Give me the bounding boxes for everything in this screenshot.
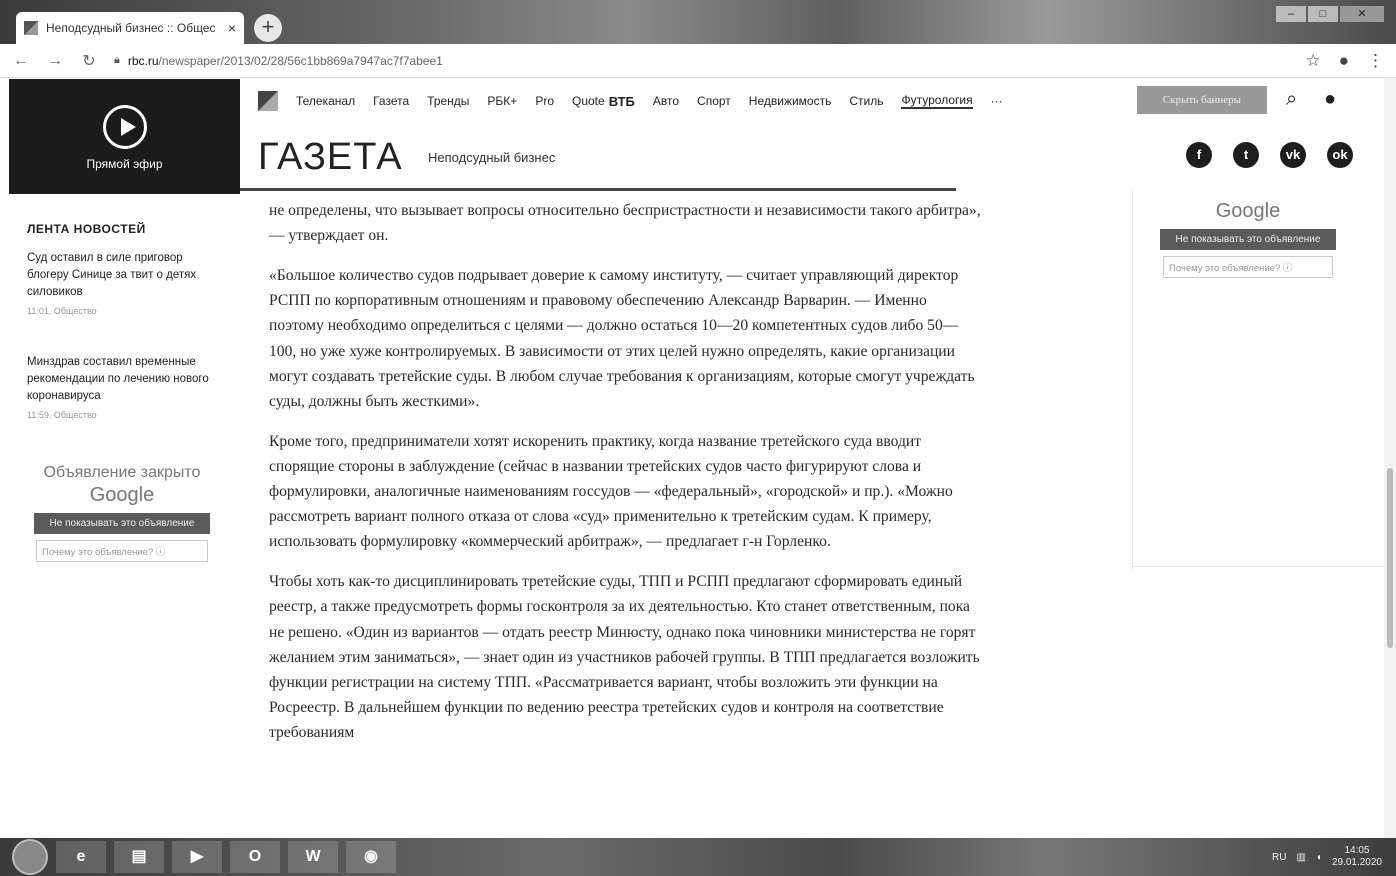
tab-close-icon[interactable]: × <box>228 20 236 36</box>
article-paragraph: Чтобы хоть как-то дисциплинировать трете… <box>269 573 980 742</box>
google-logo: Google <box>1215 200 1281 222</box>
windows-taskbar: e ▤ ▶ O W ◉ RU ▥ ◖ 14:05 29.01.2020 <box>0 838 1396 876</box>
live-label: Прямой эфир <box>86 157 163 171</box>
clock-time: 14:05 <box>1344 845 1370 856</box>
clock-date: 29.01.2020 <box>1331 857 1382 868</box>
maximize-button[interactable]: □ <box>1308 6 1338 22</box>
outlook-taskbar-icon[interactable]: O <box>230 841 280 873</box>
profile-icon[interactable]: ● <box>1339 51 1349 71</box>
nav-item-realty[interactable]: Недвижимость <box>749 94 832 108</box>
nav-item-auto[interactable]: Авто <box>653 94 679 108</box>
nav-item-tv[interactable]: Телеканал <box>296 94 355 108</box>
lock-icon: 🔒︎ <box>114 54 120 66</box>
tab-title: Неподсудный бизнес :: Общес <box>46 21 216 35</box>
window-controls: – □ ✕ <box>1276 6 1384 22</box>
header-divider <box>240 188 956 191</box>
news-feed-title: ЛЕНТА НОВОСТЕЙ <box>27 222 146 236</box>
url-field[interactable]: 🔒︎ rbc.ru/newspaper/2013/02/28/56c1bb869… <box>114 54 1289 68</box>
rubric-title[interactable]: Неподсудный бизнес <box>428 150 555 165</box>
facebook-icon[interactable]: f <box>1186 142 1212 168</box>
system-tray: RU ▥ ◖ 14:05 29.01.2020 <box>1272 838 1382 876</box>
social-links: f t vk ok <box>1186 142 1353 168</box>
nav-item-rbc-plus[interactable]: РБК+ <box>487 94 517 108</box>
new-tab-button[interactable]: + <box>254 14 282 42</box>
forward-arrow-icon[interactable]: → <box>46 52 64 70</box>
section-title[interactable]: ГАЗЕТА <box>258 136 403 179</box>
top-navigation: Телеканал Газета Тренды РБК+ Pro Quote В… <box>258 86 1118 116</box>
play-icon <box>102 105 147 149</box>
reload-icon[interactable]: ↻ <box>80 51 98 71</box>
network-icon[interactable]: ▥ <box>1296 852 1305 863</box>
left-ad-closed: Объявление закрыто Google Не показывать … <box>22 464 222 562</box>
nav-item-sport[interactable]: Спорт <box>697 94 731 108</box>
clock[interactable]: 14:05 29.01.2020 <box>1332 845 1382 869</box>
odnoklassniki-icon[interactable]: ok <box>1327 142 1353 168</box>
news-headline[interactable]: Суд оставил в силе приговор блогеру Сини… <box>27 250 227 301</box>
rbc-favicon-icon <box>24 21 38 35</box>
article-paragraph: не определены, что вызывает вопросы отно… <box>269 202 981 245</box>
article-paragraph: Кроме того, предприниматели хотят искоре… <box>269 432 953 551</box>
article-body: не определены, что вызывает вопросы отно… <box>269 198 985 760</box>
ie-taskbar-icon[interactable]: e <box>56 841 106 873</box>
nav-item-quote[interactable]: Quote <box>572 94 605 108</box>
nav-item-futurology[interactable]: Футурология <box>901 93 973 109</box>
nav-item-style[interactable]: Стиль <box>849 94 883 108</box>
news-meta: 11:01, Общество <box>27 306 97 316</box>
nav-item-pro[interactable]: Pro <box>535 94 554 108</box>
minimize-button[interactable]: – <box>1276 6 1306 22</box>
menu-kebab-icon[interactable]: ⋮ <box>1367 51 1384 71</box>
nav-more-button[interactable]: ··· <box>991 94 1003 108</box>
right-column-divider <box>1132 566 1384 567</box>
ad-closed-label: Объявление закрыто <box>43 464 201 481</box>
right-ad-closed: Google Не показывать это объявление Поче… <box>1150 198 1346 278</box>
url-path: /newspaper/2013/02/28/56c1bb869a7947ac7f… <box>158 53 443 68</box>
twitter-icon[interactable]: t <box>1233 142 1259 168</box>
news-headline[interactable]: Минздрав составил временные рекомендации… <box>27 354 227 405</box>
article-paragraph: «Большое количество судов подрывает дове… <box>269 266 975 410</box>
back-arrow-icon[interactable]: ← <box>12 52 30 70</box>
search-icon[interactable]: ⌕ <box>1286 88 1297 111</box>
vk-icon[interactable]: vk <box>1280 142 1306 168</box>
address-bar: ← → ↻ 🔒︎ rbc.ru/newspaper/2013/02/28/56c… <box>0 44 1396 78</box>
nav-item-trends[interactable]: Тренды <box>427 94 469 108</box>
why-ad-link[interactable]: Почему это объявление? ⓘ <box>36 540 208 562</box>
close-window-button[interactable]: ✕ <box>1340 6 1384 22</box>
news-meta: 11:59, Общество <box>27 410 97 420</box>
chrome-taskbar-icon[interactable]: ◉ <box>346 841 396 873</box>
google-logo: Google <box>89 484 155 506</box>
browser-tab[interactable]: Неподсудный бизнес :: Общес × <box>16 12 244 44</box>
why-ad-link[interactable]: Почему это объявление? ⓘ <box>1163 256 1333 278</box>
nav-item-newspaper[interactable]: Газета <box>373 94 409 108</box>
browser-tab-strip: Неподсудный бизнес :: Общес × + – □ ✕ <box>0 0 1396 44</box>
stop-ad-button[interactable]: Не показывать это объявление <box>34 513 210 534</box>
live-broadcast-block[interactable]: Прямой эфир <box>9 79 240 194</box>
url-host: rbc.ru <box>127 53 159 68</box>
user-icon[interactable]: ● <box>1324 88 1336 111</box>
news-item[interactable]: Минздрав составил временные рекомендации… <box>27 354 227 424</box>
vtb-logo[interactable]: ВТБ <box>609 94 635 109</box>
right-column-border <box>1132 190 1133 570</box>
stop-ad-button[interactable]: Не показывать это объявление <box>1160 229 1336 250</box>
hide-banners-button[interactable]: Скрыть баннеры <box>1137 86 1267 114</box>
news-item[interactable]: Суд оставил в силе приговор блогеру Сини… <box>27 250 227 320</box>
media-player-taskbar-icon[interactable]: ▶ <box>172 841 222 873</box>
start-button[interactable] <box>12 839 48 875</box>
page-scrollbar[interactable] <box>1384 78 1396 838</box>
bookmark-star-icon[interactable]: ☆ <box>1305 51 1320 71</box>
language-indicator[interactable]: RU <box>1272 852 1286 863</box>
scrollbar-thumb[interactable] <box>1387 468 1393 648</box>
explorer-taskbar-icon[interactable]: ▤ <box>114 841 164 873</box>
word-taskbar-icon[interactable]: W <box>288 841 338 873</box>
volume-icon[interactable]: ◖ <box>1316 852 1322 863</box>
rbc-logo-icon[interactable] <box>258 91 278 111</box>
